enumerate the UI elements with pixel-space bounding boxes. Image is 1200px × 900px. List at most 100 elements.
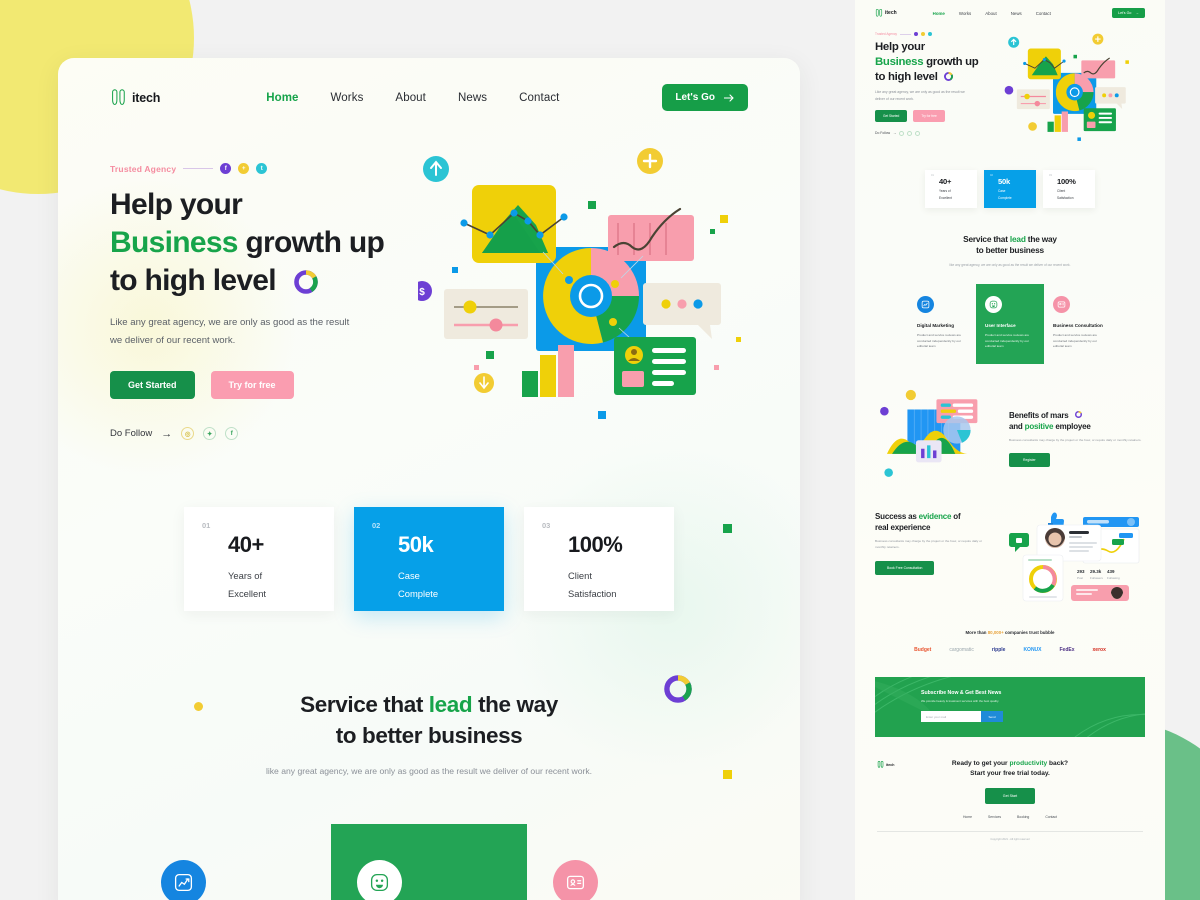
hero-title-highlight: Business — [110, 225, 238, 259]
nav-item-home[interactable]: Home — [266, 92, 298, 104]
thumb-service-card-digital-marketing[interactable]: Digital Marketing Product and service re… — [908, 284, 976, 364]
thumb-hero-title: Help your Business growth up to high lev… — [875, 40, 995, 84]
lets-go-button[interactable]: Let's Go — [662, 84, 748, 111]
thumb-trustbar-caption: More than 80,000+ companies trust bubble — [855, 630, 1165, 635]
hero-copy: Trusted Agency f + t Help your Business … — [110, 147, 408, 443]
subscribe-title: Subscribe Now & Get Best News — [921, 690, 1002, 697]
brand-logo[interactable]: itech — [110, 89, 160, 106]
twitter-icon[interactable]: ✦ — [203, 427, 217, 441]
plus-dot-icon[interactable]: + — [238, 163, 250, 174]
thumb-success-section: Success as evidence of real experience B… — [855, 491, 1165, 606]
service-card-user-interface[interactable]: User Interface Product and service revie… — [331, 823, 527, 900]
thumb-success-hl: evidence — [918, 512, 952, 522]
twitter-dot-icon[interactable]: t — [256, 163, 268, 174]
svg-text:Followers: Followers — [1090, 576, 1103, 580]
decor-square-yellow — [723, 770, 732, 779]
thumb-lets-go-button[interactable]: Let's Go → — [1112, 8, 1145, 18]
book-consultation-button[interactable]: Book Free Consultation — [875, 561, 935, 576]
try-for-free-button[interactable]: Try for free — [210, 371, 294, 400]
nav-item-news[interactable]: News — [458, 92, 487, 104]
footer-nav-home[interactable]: Home — [963, 815, 972, 819]
thumb-nav-news[interactable]: News — [1011, 11, 1022, 16]
thumb-benefits-pre: and — [1009, 422, 1025, 432]
get-start-button[interactable]: Get Start — [984, 788, 1036, 805]
arrow-right-icon: → — [893, 131, 897, 136]
thumb-get-started-button[interactable]: Get Started — [875, 109, 908, 122]
stat-index: 03 — [542, 521, 551, 530]
thumb-success-post: of — [951, 512, 961, 522]
thumb-hero-paragraph: Like any great agency, we are only as go… — [875, 90, 965, 101]
thumb-service-card-user-interface[interactable]: User Interface Product and service revie… — [976, 283, 1044, 365]
hero-title-line3: to high level — [110, 263, 277, 297]
brand-logo-fedex: FedEx — [1059, 647, 1075, 654]
footer-title-post: back? — [1047, 760, 1069, 768]
twitter-icon[interactable] — [907, 130, 913, 136]
thumb-benefits-illustration — [875, 386, 1003, 491]
footer-brand-name: itech — [886, 762, 895, 767]
footer-nav: Home Services Booking Contact — [855, 815, 1165, 819]
service-card-business-consultation[interactable]: Business Consultation Product and servic… — [527, 824, 723, 900]
thumb-benefits-section: Benefits of mars and positive employee B… — [855, 364, 1165, 491]
thumb-hero-buttons: Get Started Try for free — [875, 109, 995, 122]
footer-nav-services[interactable]: Services — [988, 815, 1001, 819]
thumb-benefits-hl: positive — [1024, 422, 1054, 432]
nav-item-contact[interactable]: Contact — [519, 92, 559, 104]
register-button[interactable]: Register — [1009, 453, 1050, 468]
arrow-right-icon — [724, 93, 734, 102]
ring-logo-icon — [293, 269, 318, 294]
facebook-dot-icon[interactable] — [914, 32, 919, 36]
footer-brand-logo[interactable]: itech — [877, 761, 894, 768]
get-started-button[interactable]: Get Started — [110, 371, 195, 400]
thumb-nav-contact[interactable]: Contact — [1036, 11, 1051, 16]
stat-index: 02 — [372, 521, 381, 530]
thumb-service-card-business-consultation[interactable]: Business Consultation Product and servic… — [1044, 284, 1112, 364]
facebook-icon[interactable]: f — [225, 427, 239, 441]
trusted-agency-badge: Trusted Agency f + t — [110, 163, 408, 174]
subscribe-email-input[interactable]: Enter your mail — [921, 711, 981, 723]
thumb-brand-logos: Budget cargomatic ripple KONUX FedEx xer… — [855, 647, 1165, 653]
facebook-dot-icon[interactable]: f — [220, 163, 232, 174]
thumb-services-title: Service that lead the way to better busi… — [855, 234, 1165, 257]
thumb-stats-row: 01 40+ Years of Excellent 02 50k Case Co… — [855, 170, 1165, 208]
main-nav: Home Works About News Contact — [266, 92, 559, 104]
thumb-header: itech Home Works About News Contact Let'… — [855, 0, 1165, 18]
nav-item-about[interactable]: About — [395, 92, 426, 104]
svg-text:293: 293 — [1077, 569, 1085, 574]
subscribe-send-button[interactable]: Send — [981, 711, 1003, 723]
id-card-icon — [553, 859, 598, 900]
thumb-trusted-badge: Trusted Agency — [875, 32, 995, 36]
instagram-icon[interactable] — [899, 130, 905, 136]
stat-card-cases: 02 50k Case Complete — [354, 507, 504, 611]
thumb-success-illustration: 293 29.3k 439 Post Followers Following — [995, 511, 1145, 606]
nav-item-works[interactable]: Works — [331, 92, 364, 104]
footer-nav-contact[interactable]: Contact — [1045, 815, 1057, 819]
thumb-title-line3: to high level — [875, 70, 938, 83]
thumb-nav-home[interactable]: Home — [933, 11, 945, 16]
twitter-dot-icon[interactable] — [928, 32, 933, 36]
facebook-icon[interactable] — [915, 130, 921, 136]
instagram-icon[interactable]: ◎ — [181, 427, 195, 441]
svg-text:$: $ — [419, 287, 425, 298]
full-page-thumbnail: itech Home Works About News Contact Let'… — [855, 0, 1165, 900]
footer-nav-booking[interactable]: Booking — [1017, 815, 1029, 819]
thumb-brand-logo[interactable]: itech — [875, 9, 897, 17]
stats-row: 01 40+ Years of Excellent 02 50k Case Co… — [58, 507, 800, 611]
stat-line1: Case — [398, 570, 420, 581]
thumb-nav-works[interactable]: Works — [959, 11, 971, 16]
hero-buttons: Get Started Try for free — [110, 371, 408, 400]
stat-line1: Client — [568, 570, 592, 581]
hero-title-line2: growth up — [237, 225, 385, 259]
thumb-stat-line2: Excellent — [939, 196, 952, 200]
plus-dot-icon[interactable] — [921, 32, 926, 36]
chart-growth-icon — [161, 859, 206, 900]
thumb-nav-about[interactable]: About — [985, 11, 996, 16]
thumb-try-free-button[interactable]: Try for free — [913, 109, 945, 122]
thumb-trusted-label: Trusted Agency — [875, 32, 898, 36]
bubble-logo-icon — [877, 761, 884, 768]
svg-text:439: 439 — [1107, 569, 1115, 574]
thumb-stat-line1: Years of — [939, 189, 951, 193]
service-card-digital-marketing[interactable]: Digital Marketing Product and service re… — [135, 824, 331, 900]
caption-number: 80,000+ — [987, 630, 1004, 636]
thumb-svc-line2: to better business — [976, 245, 1044, 256]
thumb-svc-hl: lead — [1009, 234, 1026, 244]
